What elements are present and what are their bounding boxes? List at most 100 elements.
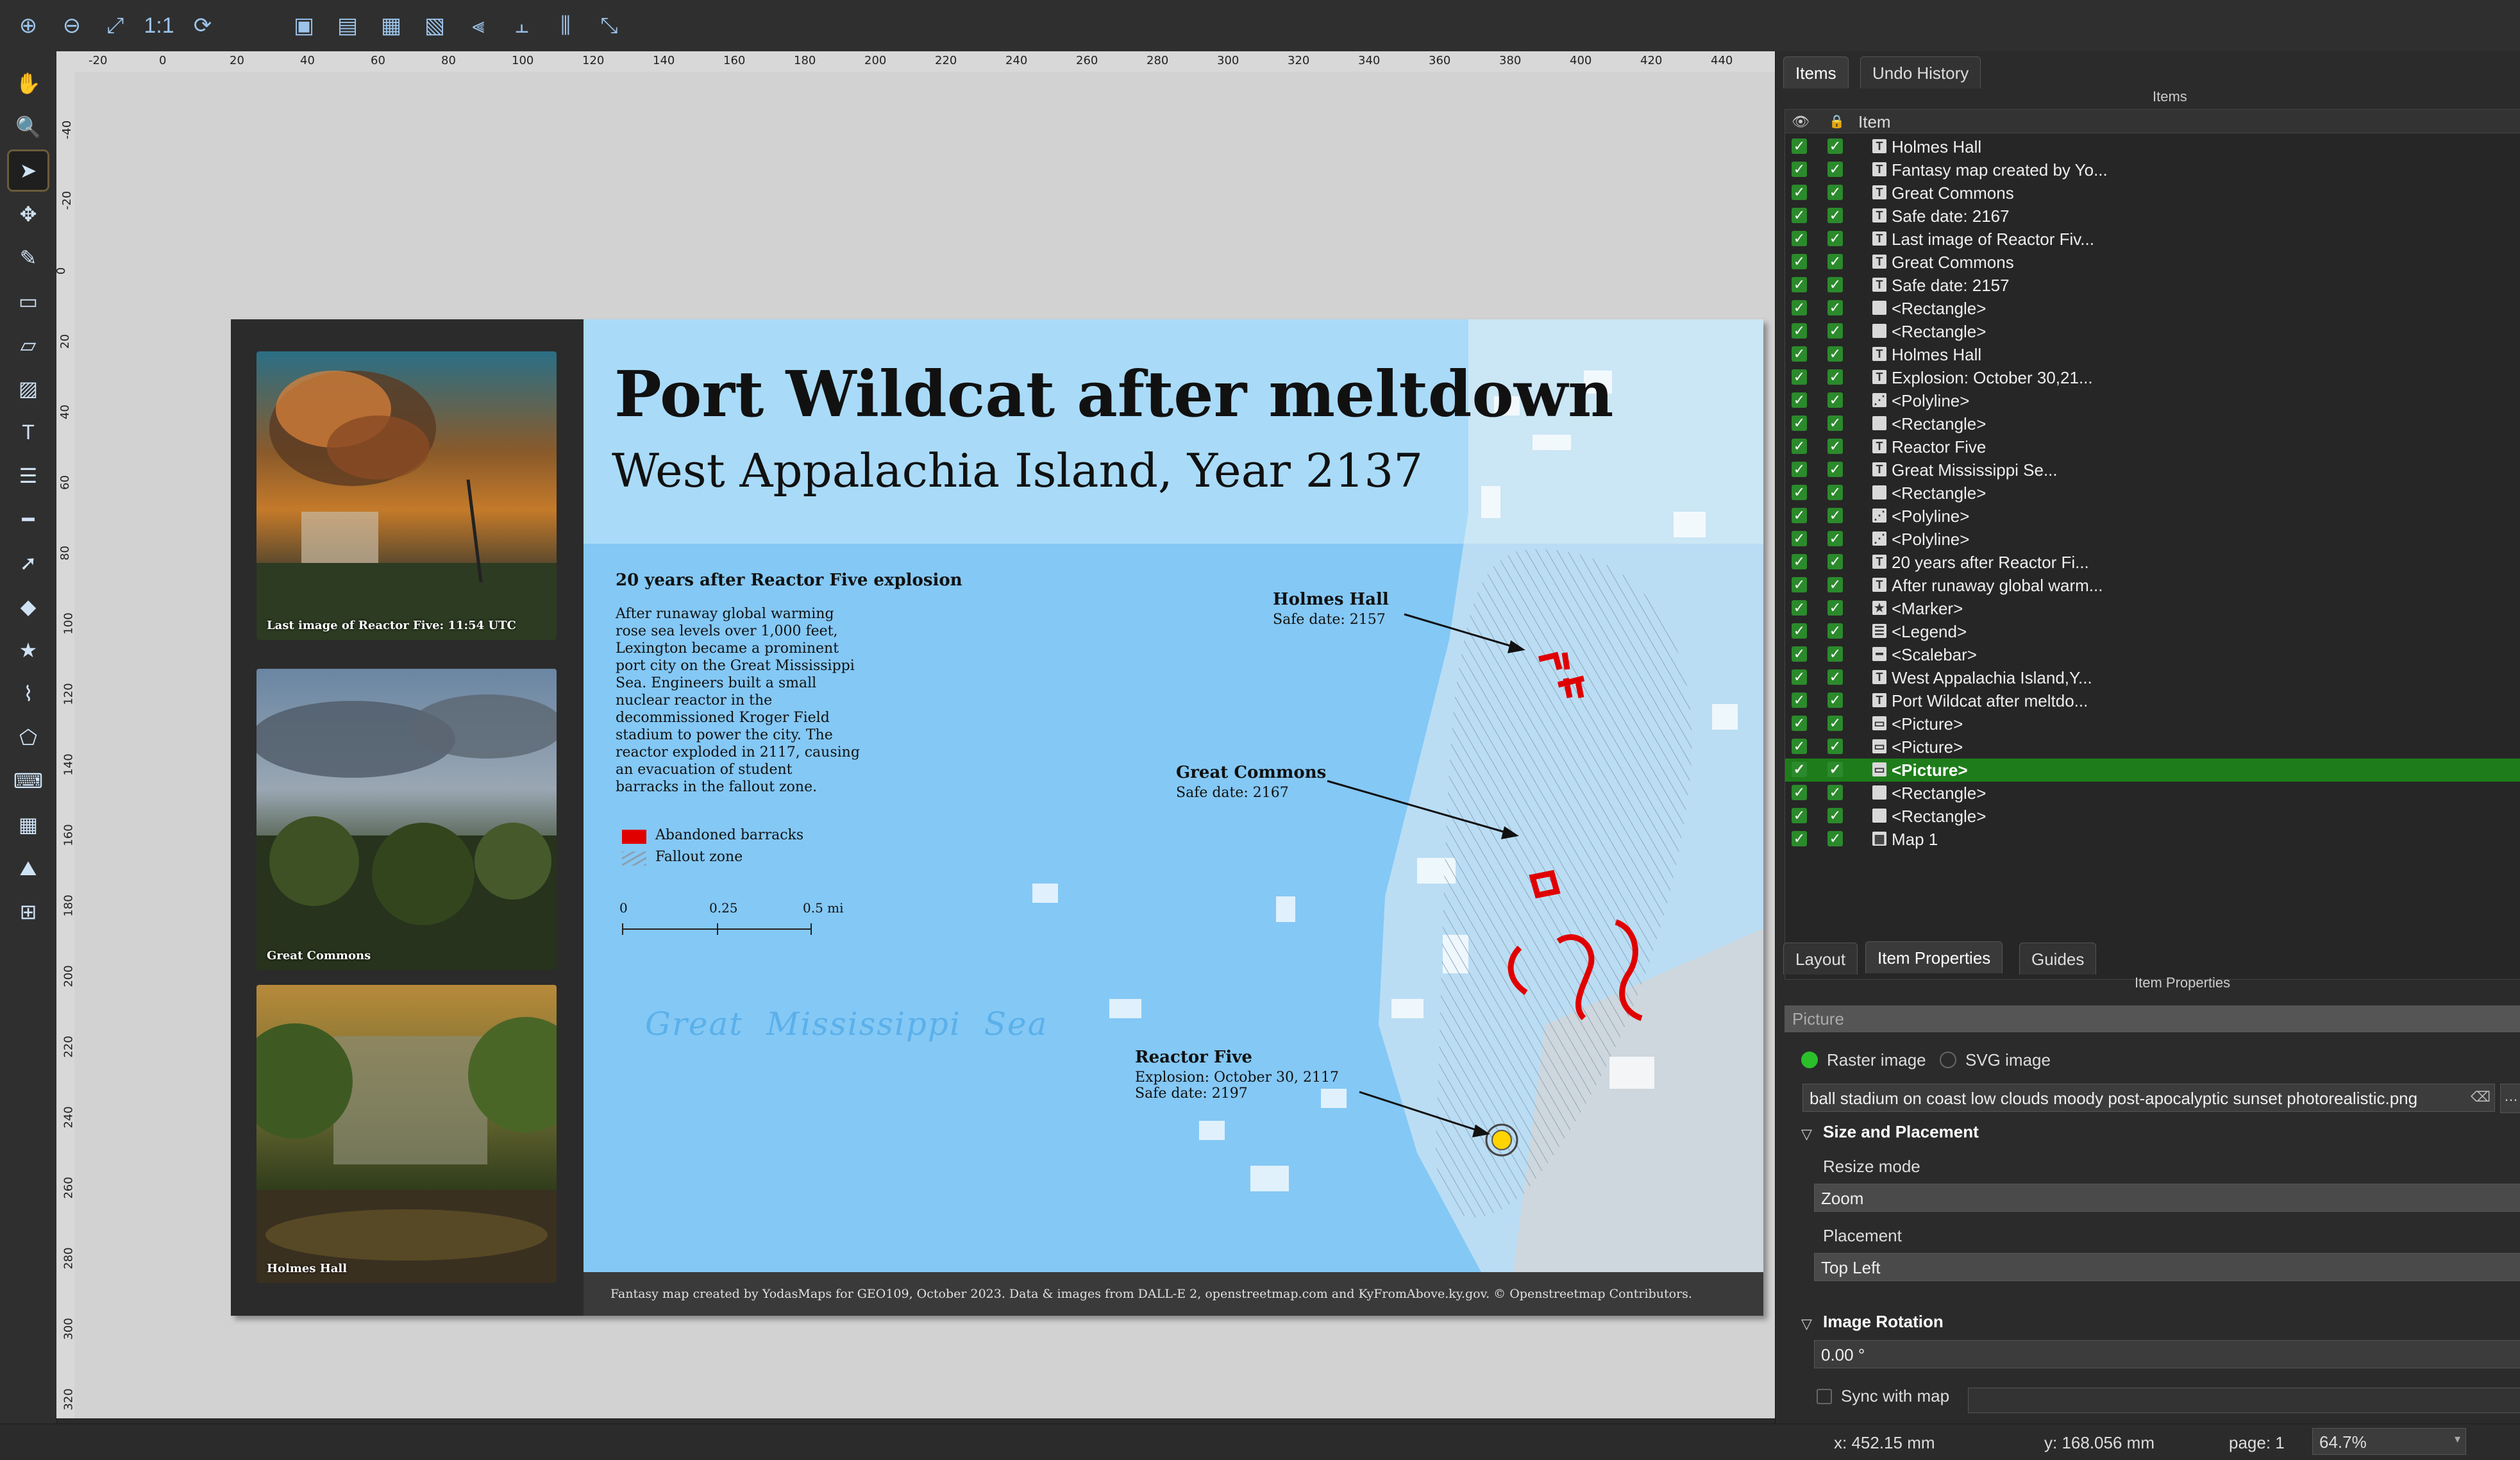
item-row[interactable]: ✓ ✓ ☰ <Legend> (1785, 620, 2520, 643)
item-row[interactable]: ✓ ✓ ▭ <Picture> (1785, 759, 2520, 782)
visibility-checkbox[interactable]: ✓ (1792, 323, 1807, 339)
add-map-icon[interactable]: ▭ (9, 282, 47, 321)
item-row[interactable]: ✓ ✓ T Safe date: 2167 (1785, 205, 2520, 228)
item-row[interactable]: ✓ ✓ T Reactor Five (1785, 435, 2520, 458)
add-text-table-icon[interactable]: ⊞ (9, 893, 47, 931)
tab-items[interactable]: Items (1783, 56, 1849, 88)
lock-checkbox[interactable]: ✓ (1827, 623, 1843, 639)
lock-checkbox[interactable]: ✓ (1827, 531, 1843, 546)
reactor-photo[interactable]: Last image of Reactor Five: 11:54 UTC (256, 351, 557, 640)
visibility-checkbox[interactable]: ✓ (1792, 692, 1807, 708)
lock-checkbox[interactable]: ✓ (1827, 669, 1843, 685)
edit-nodes-icon[interactable]: ✎ (9, 239, 47, 277)
item-row[interactable]: ✓ ✓ ▭ <Picture> (1785, 735, 2520, 759)
tab-layout[interactable]: Layout (1783, 943, 1858, 975)
visibility-checkbox[interactable]: ✓ (1792, 254, 1807, 269)
visibility-checkbox[interactable]: ✓ (1792, 208, 1807, 223)
tab-item-properties[interactable]: Item Properties (1865, 941, 2003, 973)
tab-guides[interactable]: Guides (2019, 943, 2097, 975)
lock-checkbox[interactable]: ✓ (1827, 138, 1843, 154)
item-row[interactable]: ✓ ✓ ⋰ <Polyline> (1785, 528, 2520, 551)
lower-icon[interactable]: ▤ (330, 8, 365, 44)
item-row[interactable]: ✓ ✓ T 20 years after Reactor Fi... (1785, 551, 2520, 574)
add-3d-map-icon[interactable]: ▱ (9, 326, 47, 364)
item-row[interactable]: ✓ ✓ T Great Commons (1785, 251, 2520, 274)
item-row[interactable]: ✓ ✓ T Holmes Hall (1785, 343, 2520, 366)
lock-checkbox[interactable]: ✓ (1827, 254, 1843, 269)
visibility-checkbox[interactable]: ✓ (1792, 185, 1807, 200)
lock-checkbox[interactable]: ✓ (1827, 162, 1843, 177)
visibility-checkbox[interactable]: ✓ (1792, 646, 1807, 662)
lock-checkbox[interactable]: ✓ (1827, 716, 1843, 731)
visibility-checkbox[interactable]: ✓ (1792, 808, 1807, 823)
item-row[interactable]: ✓ ✓ <Rectangle> (1785, 412, 2520, 435)
visibility-checkbox[interactable]: ✓ (1792, 415, 1807, 431)
item-row[interactable]: ✓ ✓ <Rectangle> (1785, 482, 2520, 505)
lock-checkbox[interactable]: ✓ (1827, 369, 1843, 385)
add-table-icon[interactable]: ▦ (9, 805, 47, 844)
lock-checkbox[interactable]: ✓ (1827, 762, 1843, 777)
lock-checkbox[interactable]: ✓ (1827, 323, 1843, 339)
item-row[interactable]: ✓ ✓ T Fantasy map created by Yo... (1785, 158, 2520, 181)
placement-select[interactable]: Top Left (1814, 1253, 2520, 1281)
item-row[interactable]: ✓ ✓ ⋰ <Polyline> (1785, 505, 2520, 528)
visibility-checkbox[interactable]: ✓ (1792, 508, 1807, 523)
lock-checkbox[interactable]: ✓ (1827, 185, 1843, 200)
lock-checkbox[interactable]: ✓ (1827, 600, 1843, 616)
add-polygon-icon[interactable]: ⬠ (9, 718, 47, 757)
image-path-field[interactable]: ball stadium on coast low clouds moody p… (1802, 1084, 2495, 1112)
lock-checkbox[interactable]: ✓ (1827, 277, 1843, 292)
lock-checkbox[interactable]: ✓ (1827, 646, 1843, 662)
sync-with-map-checkbox[interactable] (1817, 1389, 1832, 1404)
visibility-checkbox[interactable]: ✓ (1792, 577, 1807, 592)
resize-icon[interactable]: ⤡ (591, 8, 627, 44)
visibility-checkbox[interactable]: ✓ (1792, 392, 1807, 408)
size-placement-heading[interactable]: Size and Placement (1823, 1122, 1979, 1142)
zoom-combo[interactable]: 64.7% ▾ (2312, 1428, 2466, 1455)
visibility-checkbox[interactable]: ✓ (1792, 369, 1807, 385)
lock-checkbox[interactable]: ✓ (1827, 392, 1843, 408)
refresh-icon[interactable]: ⟳ (185, 8, 221, 44)
map-frame[interactable]: Port Wildcat after meltdown West Appalac… (584, 319, 1763, 1272)
visibility-checkbox[interactable]: ✓ (1792, 439, 1807, 454)
map-selector[interactable] (1968, 1388, 2520, 1413)
move-content-icon[interactable]: ✥ (9, 195, 47, 233)
item-row[interactable]: ✓ ✓ T Safe date: 2157 (1785, 274, 2520, 297)
item-row[interactable]: ✓ ✓ <Rectangle> (1785, 782, 2520, 805)
add-elevation-icon[interactable]: ⛰ (9, 849, 47, 887)
visibility-checkbox[interactable]: ✓ (1792, 739, 1807, 754)
item-row[interactable]: ✓ ✓ T Great Commons (1785, 181, 2520, 205)
resize-mode-select[interactable]: Zoom (1814, 1184, 2520, 1212)
lock-checkbox[interactable]: ✓ (1827, 554, 1843, 569)
clear-path-icon[interactable]: ⌫ (2471, 1089, 2491, 1107)
lock-checkbox[interactable]: ✓ (1827, 508, 1843, 523)
lock-checkbox[interactable]: ✓ (1827, 231, 1843, 246)
item-row[interactable]: ✓ ✓ ★ <Marker> (1785, 597, 2520, 620)
add-polyline-icon[interactable]: ⌇ (9, 675, 47, 713)
item-row[interactable]: ✓ ✓ T After runaway global warm... (1785, 574, 2520, 597)
raster-image-radio[interactable] (1801, 1052, 1818, 1068)
zoom-icon[interactable]: 🔍 (9, 108, 47, 146)
visibility-checkbox[interactable]: ✓ (1792, 231, 1807, 246)
zoom-actual-icon[interactable]: 1:1 (141, 8, 177, 44)
visibility-checkbox[interactable]: ✓ (1792, 600, 1807, 616)
visibility-checkbox[interactable]: ✓ (1792, 300, 1807, 315)
lock-checkbox[interactable]: ✓ (1827, 739, 1843, 754)
visibility-checkbox[interactable]: ✓ (1792, 462, 1807, 477)
visibility-checkbox[interactable]: ✓ (1792, 716, 1807, 731)
items-list[interactable]: 👁 🔒 Item ✓ ✓ T Holmes Hall ✓ ✓ T Fantasy map cr… (1785, 109, 2520, 980)
lock-checkbox[interactable]: ✓ (1827, 577, 1843, 592)
visibility-checkbox[interactable]: ✓ (1792, 346, 1807, 362)
item-row[interactable]: ✓ ✓ ━ <Scalebar> (1785, 643, 2520, 666)
item-row[interactable]: ✓ ✓ T Explosion: October 30,21... (1785, 366, 2520, 389)
ungroup-icon[interactable]: ▧ (417, 8, 453, 44)
image-rotation-heading[interactable]: Image Rotation (1823, 1312, 1944, 1332)
lock-checkbox[interactable]: ✓ (1827, 831, 1843, 846)
align-left-icon[interactable]: ⫷ (460, 8, 496, 44)
lock-column-icon[interactable]: 🔒 (1829, 113, 1845, 130)
add-north-arrow-icon[interactable]: ➚ (9, 544, 47, 582)
align-top-icon[interactable]: ⫠ (504, 8, 540, 44)
visibility-checkbox[interactable]: ✓ (1792, 138, 1807, 154)
zoom-full-icon[interactable]: ⤢ (97, 8, 133, 44)
lock-checkbox[interactable]: ✓ (1827, 300, 1843, 315)
